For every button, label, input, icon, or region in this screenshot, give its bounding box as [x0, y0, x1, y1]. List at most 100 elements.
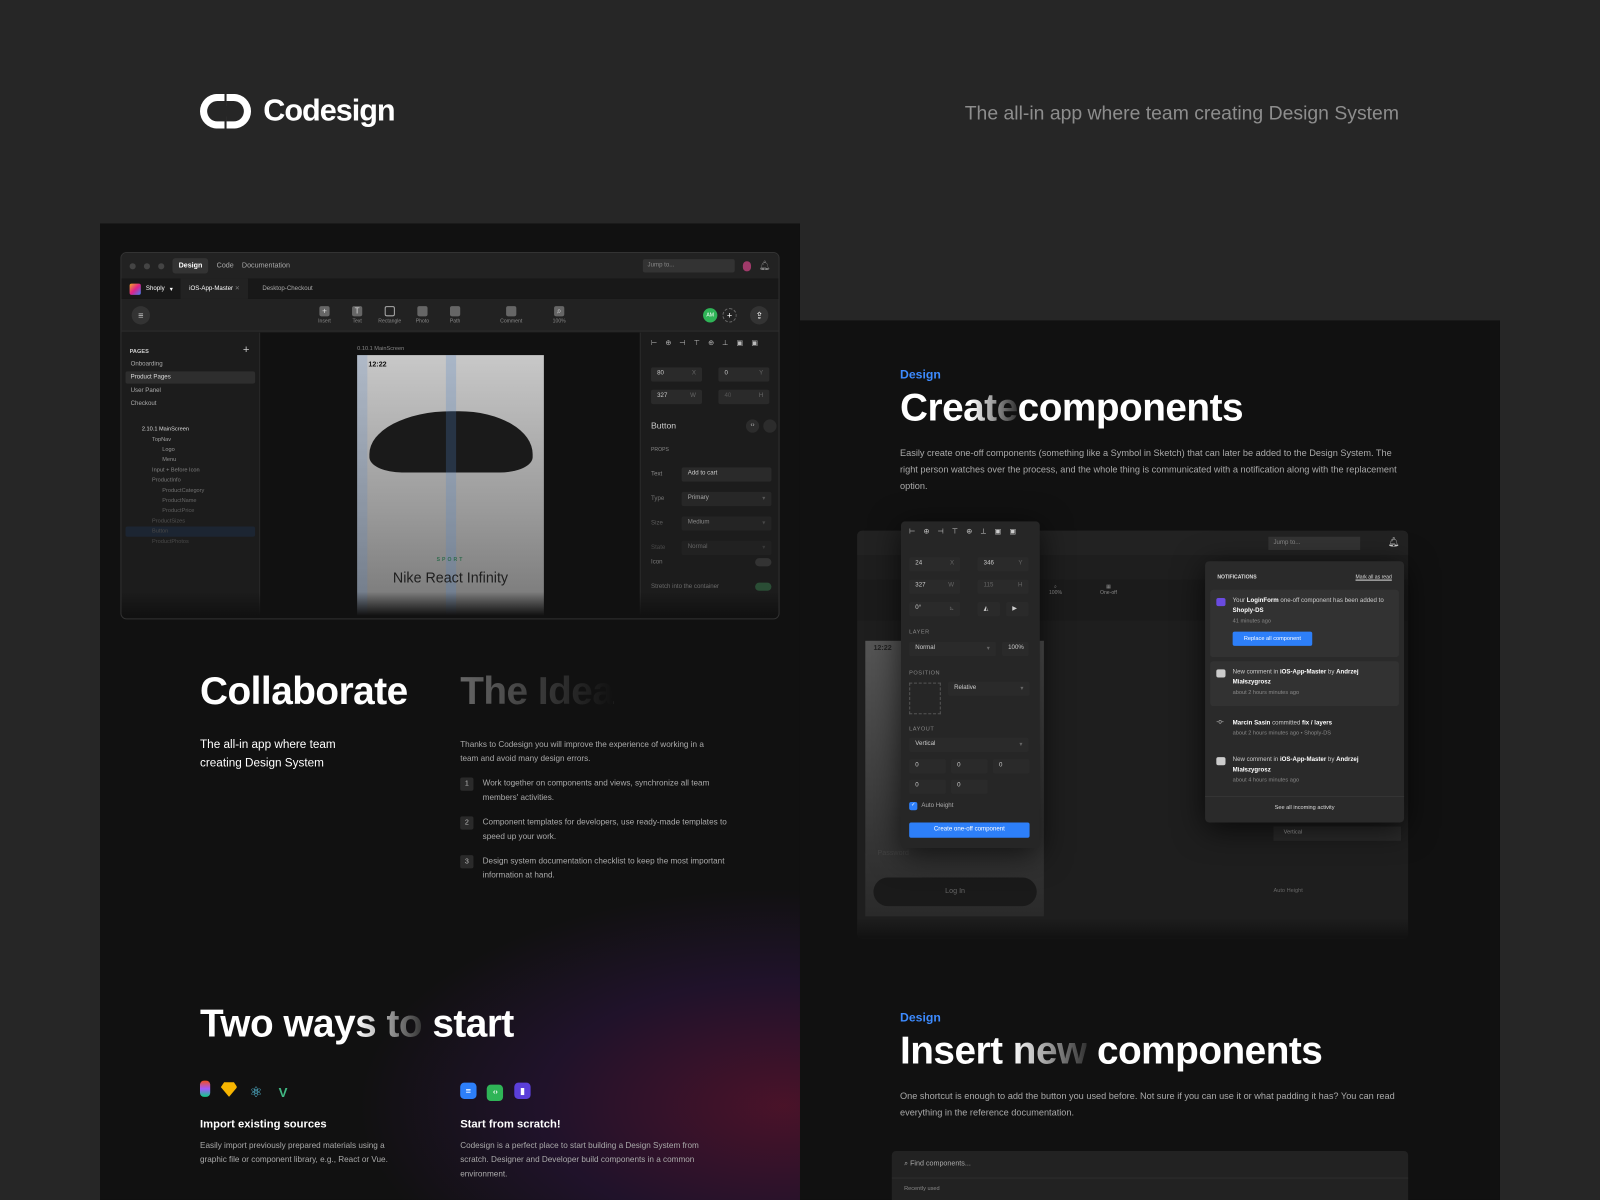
y-field[interactable]: 346 Y: [977, 557, 1029, 572]
add-page-button[interactable]: +: [243, 344, 250, 356]
x-field[interactable]: 80 X: [651, 367, 703, 382]
w-field[interactable]: 327 W: [909, 579, 961, 594]
insert-text: One shortcut is enough to add the button…: [899, 1090, 1395, 1118]
align-icons[interactable]: ⊢ ⊕ ⊣ ⊤ ⊕ ⊥ ▣ ▣: [909, 528, 1019, 536]
layer-item[interactable]: ProductPrice: [126, 506, 256, 516]
insert-eyebrow: Design: [899, 1010, 941, 1025]
layer-item[interactable]: Logo: [126, 445, 256, 455]
layers-icon: ≡: [460, 1082, 477, 1099]
page-item[interactable]: Checkout: [126, 398, 256, 410]
layout-select-bg[interactable]: Vertical: [1273, 826, 1402, 841]
prop-value[interactable]: Medium ▾: [681, 516, 772, 531]
zoom-tool[interactable]: ⌕ 100%: [543, 305, 576, 324]
padding-right-field[interactable]: 0: [951, 759, 988, 774]
flip-vertical-button[interactable]: ▶: [1006, 602, 1029, 617]
mark-all-read-link[interactable]: Mark all as read: [1356, 574, 1392, 580]
notification-item[interactable]: Your LoginForm one-off component has bee…: [1210, 589, 1399, 658]
layout-select[interactable]: Vertical ▾: [909, 737, 1029, 753]
notification-item[interactable]: New comment in iOS-App-Master by Andrzej…: [1210, 661, 1399, 707]
padding-bottom-field[interactable]: 0: [951, 779, 988, 794]
file-tab-desktop[interactable]: Desktop-Checkout: [248, 286, 327, 292]
canvas[interactable]: 0.10.1 MainScreen 12:22 SPORT Nike React…: [260, 332, 640, 619]
tab-design[interactable]: Design: [172, 258, 209, 274]
prop-value[interactable]: Normal ▾: [681, 540, 772, 556]
comment-tool[interactable]: Comment: [490, 305, 533, 324]
document-icon[interactable]: [763, 419, 777, 433]
page-item[interactable]: User Panel: [126, 385, 256, 397]
auto-height-checkbox[interactable]: ✓ Auto Height: [909, 802, 953, 811]
bell-icon[interactable]: 🔔︎: [1388, 537, 1400, 548]
notification-item[interactable]: -o- Marcin Sasin committed fix / layers …: [1210, 712, 1399, 745]
scratch-text: Codesign is a perfect place to start bui…: [460, 1140, 699, 1179]
phone-frame[interactable]: 12:22 SPORT Nike React Infinity: [357, 355, 544, 616]
prop-value[interactable]: Primary ▾: [681, 491, 772, 507]
bell-icon[interactable]: 🔔︎: [759, 260, 771, 271]
insert-tool[interactable]: + Insert: [308, 305, 341, 324]
text-tool[interactable]: T Text: [341, 305, 374, 324]
layer-item[interactable]: Input + Before Icon: [126, 465, 256, 475]
stretch-toggle[interactable]: [755, 582, 772, 591]
layer-item[interactable]: 2.10.1 MainScreen: [126, 424, 256, 434]
x-field[interactable]: 24 X: [909, 557, 961, 572]
two-ways-title: Two ways to start: [199, 1003, 514, 1046]
avatar-am[interactable]: AM: [703, 307, 718, 322]
layer-item[interactable]: ProductName: [126, 496, 256, 506]
menu-button[interactable]: ≡: [131, 305, 150, 324]
icon-toggle[interactable]: [755, 558, 772, 567]
brand-logo[interactable]: Codesign: [199, 93, 396, 129]
h-field[interactable]: 40 H: [718, 389, 770, 405]
find-components-input[interactable]: ⌕ Find components...: [904, 1160, 971, 1168]
zoom-tool[interactable]: ⌕ 100%: [1049, 584, 1062, 596]
layer-item[interactable]: Button: [125, 526, 256, 537]
upload-button[interactable]: ⇪: [749, 305, 769, 324]
code-icon[interactable]: ‹›: [745, 419, 760, 433]
blend-select[interactable]: Normal ▾: [909, 641, 996, 657]
rectangle-tool[interactable]: Rectangle: [373, 305, 406, 324]
w-field[interactable]: 327 W: [651, 389, 703, 405]
position-select[interactable]: Relative ▾: [947, 681, 1030, 696]
prop-value[interactable]: Add to cart: [681, 467, 772, 482]
replace-all-button[interactable]: Replace all component: [1232, 631, 1313, 646]
avatar[interactable]: [742, 260, 751, 271]
jump-to-input[interactable]: Jump to...: [642, 259, 735, 273]
create-one-off-button[interactable]: Create one-off component: [909, 822, 1030, 838]
stretch-label: Stretch into the container: [651, 583, 720, 590]
app-titlebar: Design Code Documentation Jump to... 🔔︎: [121, 253, 779, 279]
path-tool[interactable]: Path: [439, 305, 472, 324]
padding-left-field[interactable]: 0: [909, 759, 946, 774]
layer-item[interactable]: ProductInfo: [126, 476, 256, 486]
flip-horizontal-button[interactable]: ◭: [977, 602, 1000, 617]
jump-to-input[interactable]: Jump to...: [1268, 536, 1361, 550]
layer-item[interactable]: ProductCategory: [126, 486, 256, 496]
tab-documentation[interactable]: Documentation: [242, 262, 290, 269]
one-off-tool[interactable]: ▦ One-off: [1100, 584, 1117, 596]
opacity-field[interactable]: 100%: [1002, 641, 1029, 657]
h-field[interactable]: 115 H: [977, 579, 1029, 594]
see-all-activity-link[interactable]: See all incoming activity: [1205, 795, 1405, 811]
login-button[interactable]: Log In: [873, 877, 1037, 907]
rotation-field[interactable]: 0° ⊾: [909, 602, 961, 617]
spacing-field[interactable]: 0: [992, 759, 1030, 774]
layer-item[interactable]: ProductSizes: [126, 516, 256, 526]
padding-top-field[interactable]: 0: [909, 779, 946, 794]
scratch-title: Start from scratch!: [460, 1118, 561, 1131]
layer-item[interactable]: Menu: [126, 455, 256, 465]
y-field[interactable]: 0Y: [718, 367, 770, 382]
layer-item[interactable]: TopNav: [126, 435, 256, 445]
password-field[interactable]: Password: [878, 850, 909, 857]
page-item[interactable]: Product Pages: [125, 371, 256, 384]
constraints-widget[interactable]: [909, 682, 941, 715]
collaborate-subtitle: The all-in app where team creating Desig…: [199, 738, 336, 770]
file-tab-ios[interactable]: iOS-App-Master ✕: [180, 278, 249, 299]
page: Codesign The all-in app where team creat…: [0, 0, 1600, 1200]
photo-tool[interactable]: Photo: [406, 305, 439, 324]
tab-code[interactable]: Code: [217, 262, 234, 269]
add-collaborator-button[interactable]: +: [722, 307, 737, 322]
item-text: Work together on components and views, s…: [482, 778, 710, 803]
recently-used-label: Recently used: [904, 1185, 940, 1192]
page-item[interactable]: Onboarding: [126, 358, 256, 370]
align-icons[interactable]: ⊢ ⊕ ⊣ ⊤ ⊕ ⊥ ▣ ▣: [651, 339, 761, 347]
layer-item[interactable]: ProductPhotos: [126, 537, 256, 547]
notification-item[interactable]: New comment in iOS-App-Master by Andrzej…: [1210, 749, 1399, 792]
workspace-selector[interactable]: Shoply ▾: [121, 283, 181, 295]
